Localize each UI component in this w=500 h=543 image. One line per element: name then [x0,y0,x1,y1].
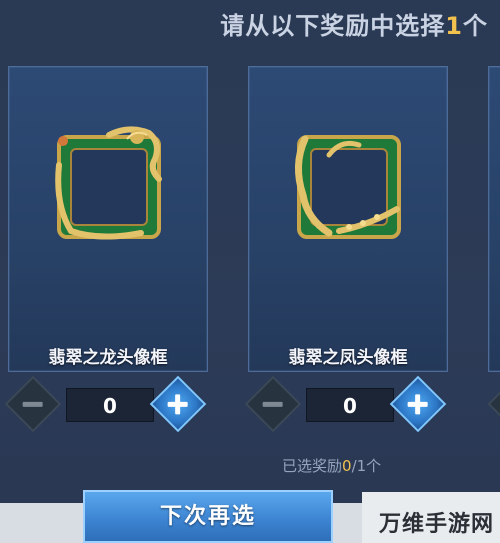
quantity-stepper-phoenix: 0 [244,375,448,433]
selected-count: 已选奖励0/1个 [282,455,381,476]
header-suffix: 个 [463,12,488,40]
quantity-stepper-partial [486,381,500,427]
reward-selection-header: 请从以下奖励中选择1个 [220,6,488,41]
minus-icon [22,401,43,407]
reward-card-phoenix[interactable]: 翡翠之凤头像框 [248,66,448,372]
quantity-value: 0 [306,388,394,422]
header-prefix: 请从以下奖励中选择 [220,12,446,40]
reward-name: 翡翠之龙头像框 [48,348,168,368]
selected-current: 0 [342,457,352,475]
minus-icon [262,401,283,407]
decrease-button[interactable] [487,388,500,420]
selected-prefix: 已选奖励 [282,457,343,475]
header-count: 1 [445,12,463,40]
selected-suffix: /1个 [351,457,382,475]
reward-card-dragon[interactable]: 翡翠之龙头像框 [8,66,208,372]
decrease-button[interactable] [244,375,302,433]
choose-later-button[interactable]: 下次再选 [83,490,333,543]
reward-card-partial[interactable] [488,66,500,372]
increase-button[interactable] [149,375,207,433]
reward-name: 翡翠之凤头像框 [288,348,408,368]
jade-phoenix-frame-icon [289,125,409,245]
watermark: 万维手游网 [378,512,494,537]
quantity-value: 0 [66,388,154,422]
jade-dragon-frame-icon [49,125,169,245]
decrease-button[interactable] [4,375,62,433]
increase-button[interactable] [389,375,447,433]
quantity-stepper-dragon: 0 [4,375,208,433]
